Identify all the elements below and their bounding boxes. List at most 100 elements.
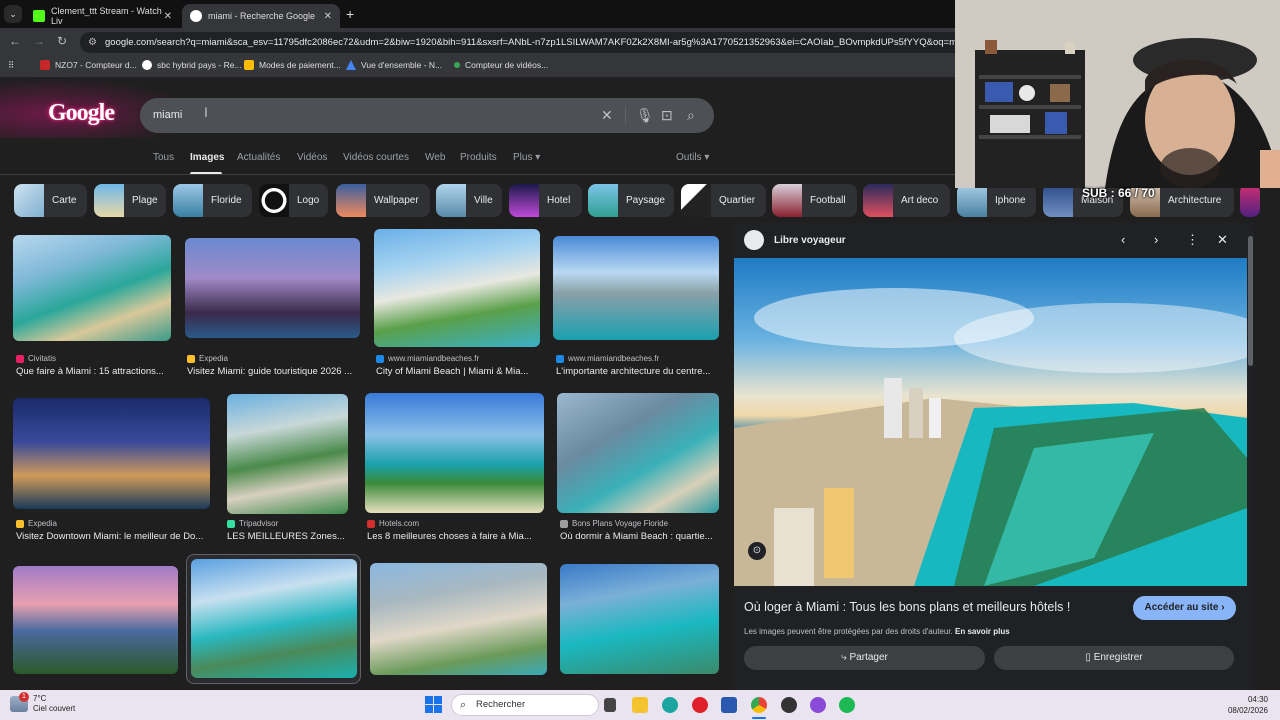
- result-image[interactable]: [13, 235, 171, 341]
- result-title[interactable]: LES MEILLEURES Zones...: [227, 531, 352, 542]
- chip[interactable]: Paysage: [588, 184, 674, 217]
- tab-products[interactable]: Produits: [460, 152, 497, 163]
- opera-icon[interactable]: [692, 697, 708, 713]
- tab-short-videos[interactable]: Vidéos courtes: [343, 152, 409, 163]
- site-info-icon[interactable]: ⚙: [88, 32, 97, 53]
- app-icon[interactable]: [810, 697, 826, 713]
- result-image[interactable]: [13, 398, 210, 509]
- bookmark-item[interactable]: Compteur de vidéos...: [454, 60, 548, 70]
- reload-icon[interactable]: ↻: [57, 34, 67, 48]
- chip[interactable]: [1240, 184, 1260, 217]
- panel-source[interactable]: Libre voyageur: [744, 230, 846, 250]
- tab-all[interactable]: Tous: [153, 152, 174, 163]
- tab-web[interactable]: Web: [425, 152, 445, 163]
- visit-site-button[interactable]: Accéder au site ›: [1133, 596, 1236, 620]
- save-button[interactable]: ▯ Enregistrer: [994, 646, 1234, 670]
- obs-icon[interactable]: [781, 697, 797, 713]
- close-icon[interactable]: ✕: [1217, 232, 1228, 248]
- google-logo[interactable]: Google: [48, 100, 115, 127]
- chip[interactable]: Football: [772, 184, 857, 217]
- lens-icon[interactable]: ⊡: [661, 107, 673, 124]
- learn-more-link[interactable]: En savoir plus: [955, 627, 1010, 636]
- chrome-icon[interactable]: [751, 697, 767, 713]
- result-image[interactable]: [191, 559, 357, 678]
- search-input[interactable]: miami I ✕ 🎙 ⊡ ⌕: [140, 98, 714, 133]
- weather-widget[interactable]: 7°C Ciel couvert: [33, 694, 75, 714]
- preview-image[interactable]: [734, 258, 1247, 586]
- chip[interactable]: Hotel: [509, 184, 582, 217]
- bookmark-item[interactable]: NZO7 - Compteur d...: [40, 60, 137, 70]
- result-source[interactable]: Tripadvisor: [227, 519, 278, 528]
- tab-google[interactable]: miami - Recherche Google ✕: [182, 4, 340, 28]
- more-options-icon[interactable]: ⋮: [1186, 232, 1199, 248]
- result-title[interactable]: Que faire à Miami : 15 attractions...: [16, 366, 171, 377]
- result-image[interactable]: [553, 236, 719, 340]
- result-image[interactable]: [374, 229, 540, 347]
- panel-title[interactable]: Où loger à Miami : Tous les bons plans e…: [744, 600, 1070, 614]
- result-image[interactable]: [560, 564, 719, 674]
- chip[interactable]: Plage: [94, 184, 166, 217]
- result-image[interactable]: [227, 394, 348, 514]
- next-icon[interactable]: ›: [1154, 232, 1158, 247]
- result-source[interactable]: Bons Plans Voyage Floride: [560, 519, 668, 528]
- apps-icon[interactable]: ⠿: [8, 60, 14, 71]
- chip[interactable]: Iphone: [957, 184, 1036, 217]
- share-button[interactable]: ⤷ Partager: [744, 646, 985, 670]
- chip[interactable]: Floride: [173, 184, 252, 217]
- chip[interactable]: Logo: [259, 184, 328, 217]
- result-title[interactable]: Visitez Miami: guide touristique 2026 ..…: [187, 366, 362, 377]
- tab-more[interactable]: Plus ▾: [513, 152, 540, 163]
- edge-icon[interactable]: [662, 697, 678, 713]
- result-source[interactable]: Expedia: [16, 519, 57, 528]
- tab-search-button[interactable]: ⌄: [4, 5, 22, 23]
- result-image[interactable]: [185, 238, 360, 338]
- tab-images[interactable]: Images: [190, 152, 224, 163]
- bookmark-item[interactable]: Modes de paiement...: [244, 60, 341, 70]
- windows-start-icon[interactable]: [425, 696, 442, 713]
- result-source[interactable]: Expedia: [187, 354, 228, 363]
- result-title[interactable]: Où dormir à Miami Beach : quartie...: [560, 531, 719, 542]
- close-icon[interactable]: ✕: [324, 11, 332, 22]
- result-source[interactable]: www.miamiandbeaches.fr: [376, 354, 479, 363]
- chip[interactable]: Carte: [14, 184, 87, 217]
- chip[interactable]: Quartier: [681, 184, 766, 217]
- spotify-icon[interactable]: [839, 697, 855, 713]
- search-icon[interactable]: ⌕: [687, 107, 695, 124]
- chip-thumbnail: [173, 184, 203, 217]
- tools-button[interactable]: Outils ▾: [676, 152, 709, 163]
- clear-icon[interactable]: ✕: [601, 107, 613, 124]
- tab-stream[interactable]: Clement_ttt Stream - Watch Liv ✕: [25, 4, 180, 28]
- result-image[interactable]: [365, 393, 544, 513]
- microphone-icon[interactable]: 🎙: [636, 107, 654, 124]
- file-explorer-icon[interactable]: [632, 697, 648, 713]
- clock[interactable]: 04:30 08/02/2026: [1220, 694, 1268, 716]
- result-source[interactable]: Hotels.com: [367, 519, 419, 528]
- back-icon[interactable]: ←: [9, 34, 21, 48]
- previous-icon[interactable]: ‹: [1121, 232, 1125, 247]
- chip[interactable]: Art deco: [863, 184, 950, 217]
- close-icon[interactable]: ✕: [164, 11, 172, 22]
- result-image[interactable]: [370, 563, 547, 675]
- result-image[interactable]: [557, 393, 719, 513]
- chip[interactable]: Ville: [436, 184, 502, 217]
- result-title[interactable]: Les 8 meilleures choses à faire à Mia...: [367, 531, 542, 542]
- result-title[interactable]: City of Miami Beach | Miami & Mia...: [376, 366, 536, 377]
- result-title[interactable]: Visitez Downtown Miami: le meilleur de D…: [16, 531, 212, 542]
- bookmark-item[interactable]: Vue d'ensemble - N...: [346, 60, 442, 70]
- result-image[interactable]: [13, 566, 178, 674]
- chip[interactable]: Wallpaper: [336, 184, 430, 217]
- store-icon[interactable]: [721, 697, 737, 713]
- task-view-icon[interactable]: [604, 698, 616, 712]
- new-tab-icon[interactable]: +: [346, 6, 354, 22]
- result-source[interactable]: Civitatis: [16, 354, 56, 363]
- forward-icon[interactable]: →: [33, 34, 45, 48]
- result-title[interactable]: L'importante architecture du centre...: [556, 366, 719, 377]
- scrollbar[interactable]: [1248, 236, 1253, 366]
- tab-videos[interactable]: Vidéos: [297, 152, 327, 163]
- tab-news[interactable]: Actualités: [237, 152, 280, 163]
- bookmark-item[interactable]: sbc hybrid pays - Re...: [142, 60, 242, 70]
- result-source[interactable]: www.miamiandbeaches.fr: [556, 354, 659, 363]
- taskbar-search[interactable]: ⌕ Rechercher: [451, 694, 599, 716]
- lens-icon[interactable]: ⊙: [748, 542, 766, 560]
- url-field[interactable]: ⚙ google.com/search?q=miami&sca_esv=1179…: [80, 32, 955, 53]
